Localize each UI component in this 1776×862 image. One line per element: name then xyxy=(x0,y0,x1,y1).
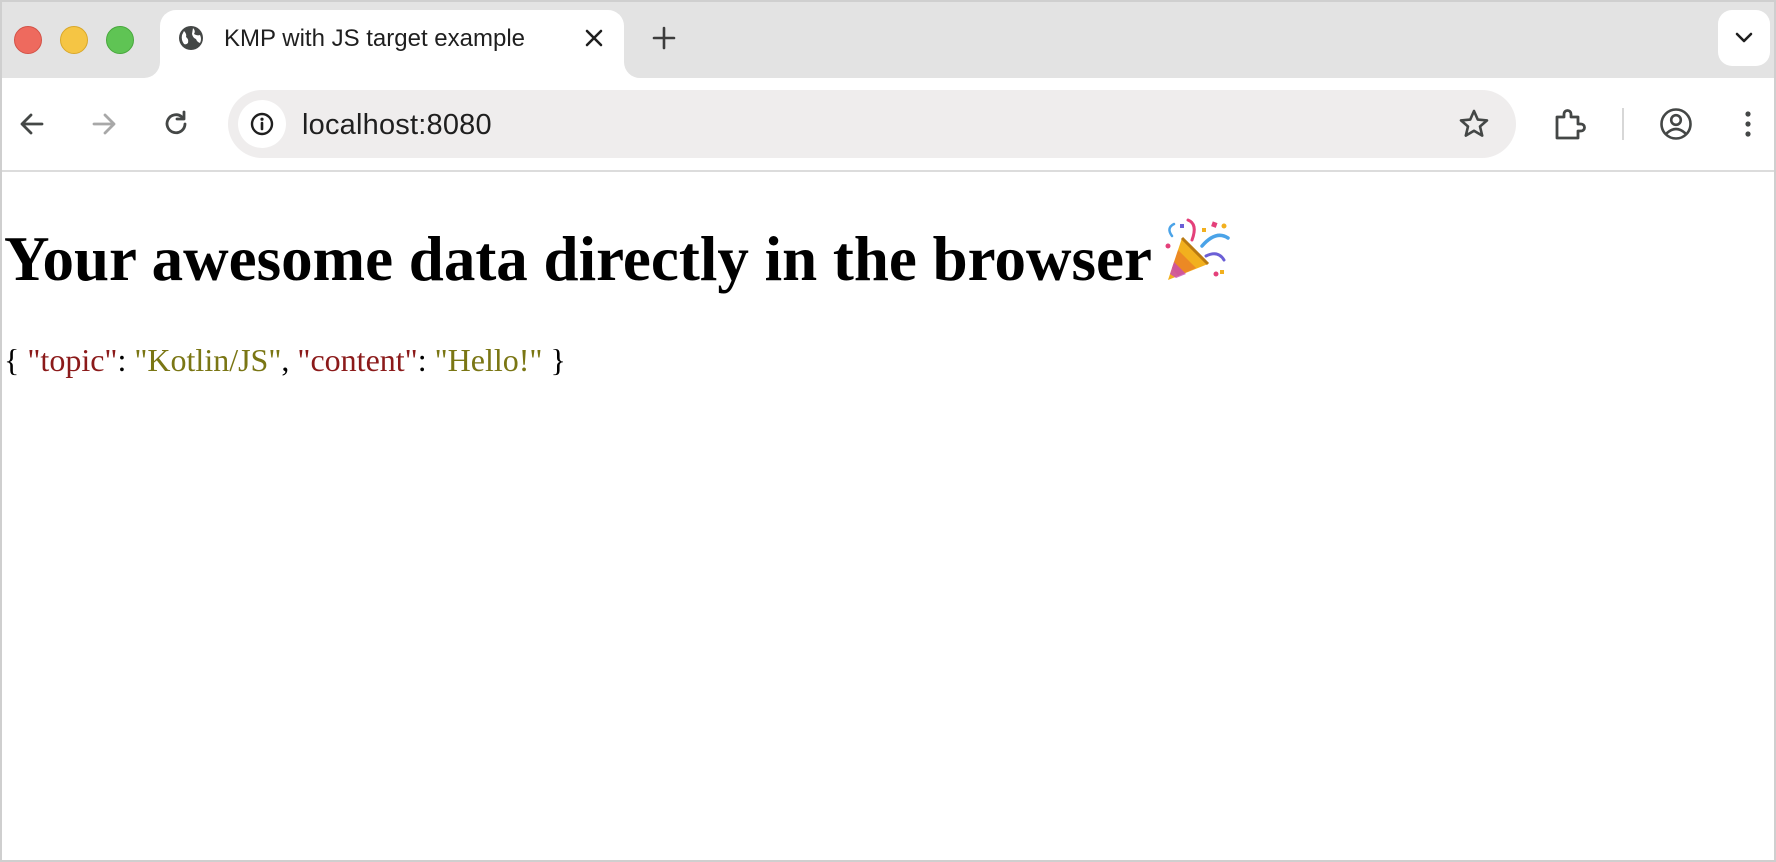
close-icon[interactable] xyxy=(582,26,606,50)
json-key-topic: "topic" xyxy=(27,342,118,378)
page-heading: Your awesome data directly in the browse… xyxy=(4,216,1230,297)
tab-strip: KMP with JS target example xyxy=(2,2,1774,78)
tab-search-button[interactable] xyxy=(1718,10,1770,66)
account-icon[interactable] xyxy=(1659,107,1693,141)
reload-button[interactable] xyxy=(160,108,192,140)
puzzle-icon[interactable] xyxy=(1552,106,1588,142)
info-icon xyxy=(250,112,274,136)
back-button[interactable] xyxy=(16,108,48,140)
new-tab-button[interactable] xyxy=(650,24,678,52)
window-close-button[interactable] xyxy=(14,26,42,54)
json-comma: , xyxy=(281,342,290,378)
chevron-down-icon xyxy=(1735,32,1753,43)
json-key-content: "content" xyxy=(297,342,418,378)
json-colon: : xyxy=(117,342,127,378)
site-info-button[interactable] xyxy=(238,100,286,148)
window-maximize-button[interactable] xyxy=(106,26,134,54)
page-heading-text: Your awesome data directly in the browse… xyxy=(4,224,1152,294)
url-text[interactable]: localhost:8080 xyxy=(302,108,492,142)
tab-title: KMP with JS target example xyxy=(224,25,526,52)
json-close-brace: } xyxy=(550,342,566,378)
browser-tab-active[interactable]: KMP with JS target example xyxy=(160,10,624,78)
browser-toolbar: localhost:8080 xyxy=(2,78,1774,172)
toolbar-divider xyxy=(1622,108,1624,140)
window-minimize-button[interactable] xyxy=(60,26,88,54)
json-colon: : xyxy=(417,342,427,378)
json-value-topic: "Kotlin/JS" xyxy=(134,342,282,378)
forward-button[interactable] xyxy=(88,108,120,140)
json-output: { "topic": "Kotlin/JS", "content": "Hell… xyxy=(4,340,566,380)
address-bar[interactable]: localhost:8080 xyxy=(228,90,1516,158)
kebab-icon[interactable] xyxy=(1732,108,1764,140)
browser-window: KMP with JS target example localhost:808… xyxy=(0,0,1776,862)
globe-icon xyxy=(179,26,203,50)
json-open-brace: { xyxy=(4,342,20,378)
page-content: Your awesome data directly in the browse… xyxy=(2,172,1774,860)
party-popper-icon xyxy=(1165,218,1230,280)
json-value-content: "Hello!" xyxy=(434,342,543,378)
star-icon[interactable] xyxy=(1458,108,1490,140)
